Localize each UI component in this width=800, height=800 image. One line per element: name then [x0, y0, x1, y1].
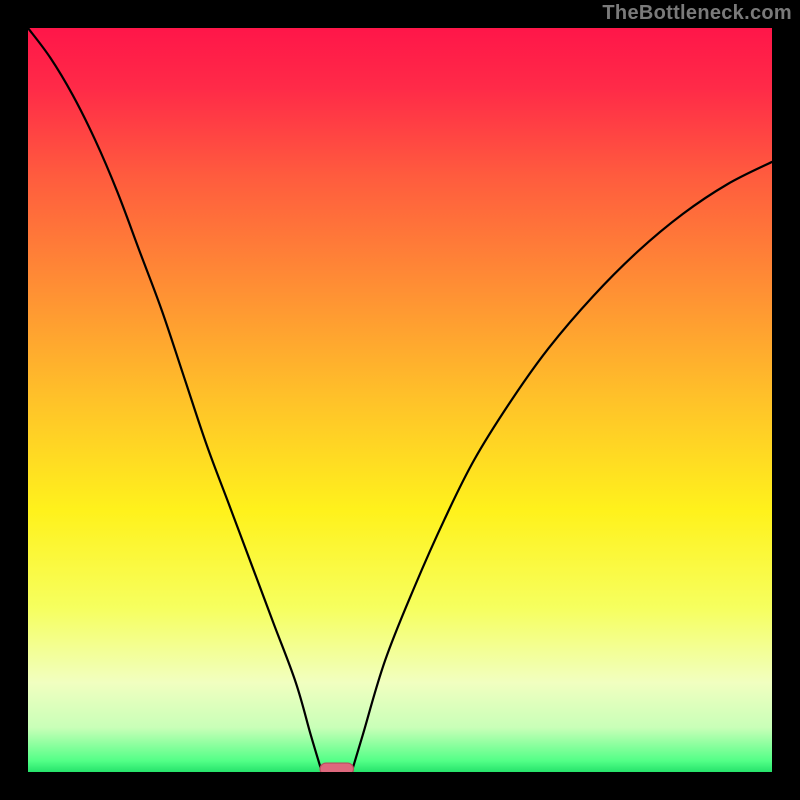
- chart-stage: TheBottleneck.com: [0, 0, 800, 800]
- watermark-text: TheBottleneck.com: [602, 2, 792, 25]
- plot-area: [28, 28, 772, 772]
- background-rect: [28, 28, 772, 772]
- optimum-pill: [320, 763, 353, 772]
- chart-svg: [28, 28, 772, 772]
